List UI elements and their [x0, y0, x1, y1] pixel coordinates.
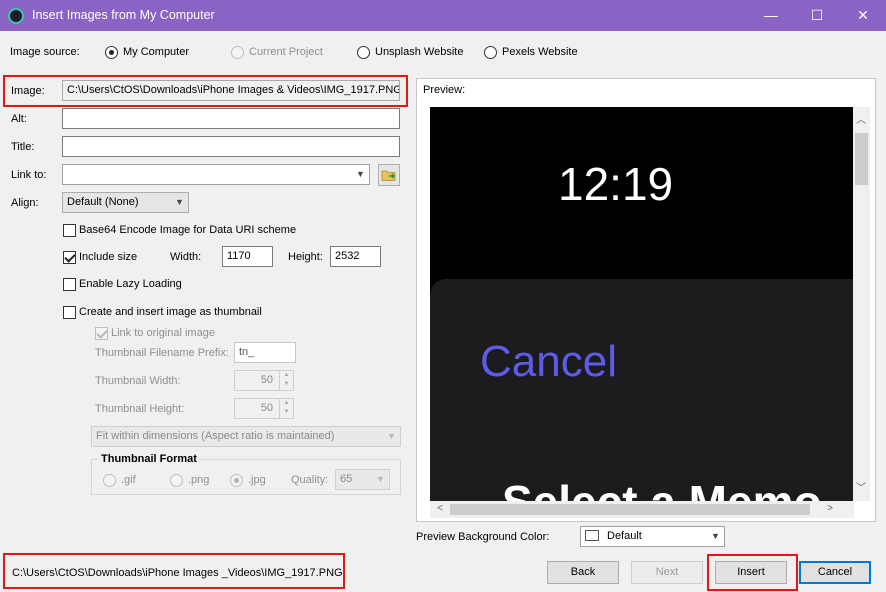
- include-size-label[interactable]: Include size: [79, 251, 137, 263]
- scroll-left-icon[interactable]: <: [432, 503, 448, 514]
- quality-value: 65: [340, 473, 353, 485]
- thumbnail-format-title: Thumbnail Format: [98, 453, 200, 465]
- radio-gif-label: .gif: [121, 474, 136, 486]
- align-label: Align:: [11, 197, 39, 209]
- back-button[interactable]: Back: [547, 561, 619, 584]
- preview-image: 12:19 Cancel Select a Memo: [430, 107, 854, 501]
- height-field[interactable]: 2532: [330, 246, 381, 267]
- fit-mode-value: Fit within dimensions (Aspect ratio is m…: [96, 430, 335, 442]
- chevron-down-icon[interactable]: ▼: [171, 193, 188, 212]
- app-icon: [8, 8, 24, 24]
- minimize-button[interactable]: —: [748, 0, 794, 31]
- thumb-prefix-label: Thumbnail Filename Prefix:: [95, 347, 229, 359]
- link-to-label: Link to:: [11, 169, 47, 181]
- browse-folder-button[interactable]: [378, 164, 400, 186]
- quality-label: Quality:: [291, 474, 329, 486]
- radio-my-computer[interactable]: [105, 46, 118, 59]
- radio-unsplash[interactable]: [357, 46, 370, 59]
- maximize-button[interactable]: ☐: [794, 0, 840, 31]
- height-label: Height:: [288, 251, 323, 263]
- title-bar: Insert Images from My Computer — ☐ ✕: [0, 0, 886, 31]
- radio-png-label: .png: [188, 474, 210, 486]
- footer-path: C:\Users\CtOS\Downloads\iPhone Images _V…: [12, 567, 343, 579]
- include-size-checkbox[interactable]: [63, 251, 76, 264]
- alt-field[interactable]: [62, 108, 400, 129]
- insert-button[interactable]: Insert: [715, 561, 787, 584]
- title-label: Title:: [11, 141, 35, 153]
- chevron-down-icon: ▼: [376, 474, 385, 484]
- align-value: Default (None): [67, 196, 139, 208]
- base64-checkbox[interactable]: [63, 224, 76, 237]
- radio-my-computer-label[interactable]: My Computer: [123, 46, 189, 58]
- scroll-up-icon[interactable]: ︿: [853, 111, 869, 126]
- window-title: Insert Images from My Computer: [32, 8, 215, 22]
- quality-combo: 65 ▼: [335, 469, 390, 490]
- image-path-field[interactable]: C:\Users\CtOS\Downloads\iPhone Images & …: [62, 80, 400, 101]
- thumb-height-label: Thumbnail Height:: [95, 403, 185, 415]
- radio-jpg: [230, 474, 243, 487]
- width-label: Width:: [170, 251, 202, 263]
- thumbnail-checkbox[interactable]: [63, 306, 76, 319]
- preview-sheet: [430, 279, 854, 501]
- folder-icon: [381, 170, 396, 181]
- lazy-loading-checkbox[interactable]: [63, 278, 76, 291]
- alt-label: Alt:: [11, 113, 27, 125]
- lazy-loading-label[interactable]: Enable Lazy Loading: [79, 278, 182, 290]
- scroll-down-icon[interactable]: ﹀: [853, 479, 869, 494]
- chevron-down-icon[interactable]: ▼: [352, 165, 369, 184]
- radio-current-project: [231, 46, 244, 59]
- link-to-combo[interactable]: ▼: [62, 164, 370, 185]
- cancel-button[interactable]: Cancel: [799, 561, 871, 584]
- radio-pexels[interactable]: [484, 46, 497, 59]
- preview-memo-text: Select a Memo: [502, 475, 822, 501]
- link-original-label: Link to original image: [111, 327, 215, 339]
- preview-bg-value: Default: [607, 530, 642, 542]
- vertical-scroll-thumb[interactable]: [855, 133, 868, 185]
- radio-current-project-label: Current Project: [249, 46, 323, 58]
- close-button[interactable]: ✕: [840, 0, 886, 31]
- preview-horizontal-scrollbar[interactable]: < >: [430, 501, 854, 518]
- thumb-height-spinner: ▲ ▼: [279, 399, 293, 418]
- horizontal-scroll-thumb[interactable]: [450, 504, 810, 515]
- radio-jpg-label: .jpg: [248, 474, 266, 486]
- radio-gif: [103, 474, 116, 487]
- preview-cancel-text: Cancel: [480, 337, 617, 386]
- align-combo[interactable]: Default (None) ▼: [62, 192, 189, 213]
- base64-label[interactable]: Base64 Encode Image for Data URI scheme: [79, 224, 296, 236]
- scroll-right-icon[interactable]: >: [822, 503, 838, 514]
- color-swatch: [585, 530, 599, 541]
- radio-pexels-label[interactable]: Pexels Website: [502, 46, 578, 58]
- image-label: Image:: [11, 85, 45, 97]
- chevron-down-icon: ▼: [387, 431, 396, 441]
- fit-mode-combo: Fit within dimensions (Aspect ratio is m…: [91, 426, 401, 447]
- width-field[interactable]: 1170: [222, 246, 273, 267]
- thumbnail-label[interactable]: Create and insert image as thumbnail: [79, 306, 262, 318]
- chevron-down-icon[interactable]: ▼: [707, 527, 724, 546]
- preview-time: 12:19: [558, 158, 674, 210]
- title-field[interactable]: [62, 136, 400, 157]
- thumb-width-spinner: ▲ ▼: [279, 371, 293, 390]
- image-source-label: Image source:: [10, 46, 80, 58]
- preview-label: Preview:: [423, 84, 466, 96]
- preview-vertical-scrollbar[interactable]: ︿ ﹀: [853, 107, 870, 501]
- thumb-prefix-field: tn_: [234, 342, 296, 363]
- radio-png: [170, 474, 183, 487]
- thumb-width-label: Thumbnail Width:: [95, 375, 181, 387]
- link-original-checkbox: [95, 327, 108, 340]
- preview-bg-label: Preview Background Color:: [416, 531, 550, 543]
- preview-bg-combo[interactable]: Default ▼: [580, 526, 725, 547]
- radio-unsplash-label[interactable]: Unsplash Website: [375, 46, 463, 58]
- next-button: Next: [631, 561, 703, 584]
